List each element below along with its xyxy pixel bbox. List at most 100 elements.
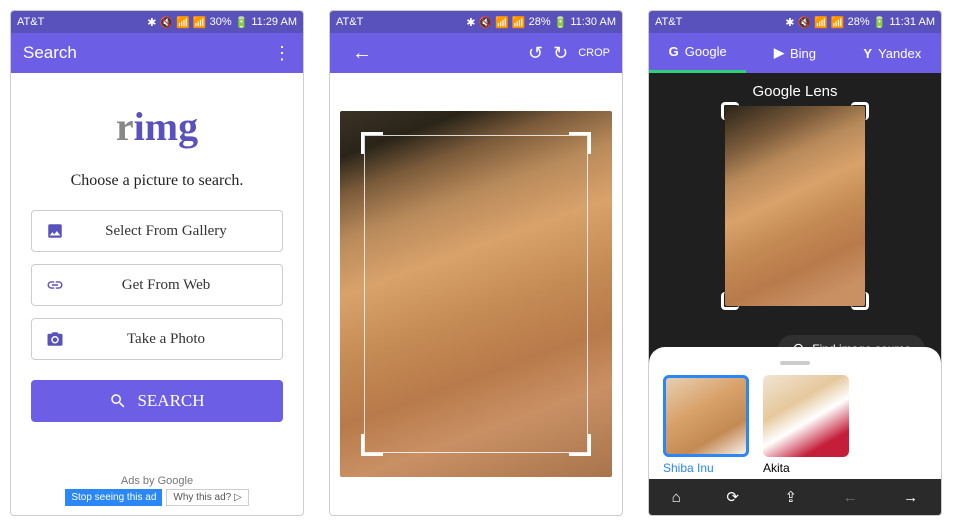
button-label: Select From Gallery — [64, 223, 268, 240]
gallery-icon — [46, 222, 64, 240]
wifi-icon: 📶 — [176, 16, 190, 29]
engine-tabs: G Google ▶ Bing Y Yandex — [649, 33, 941, 73]
rotate-ccw-icon[interactable]: ↺ — [528, 43, 543, 64]
wifi-icon: 📶 — [495, 16, 509, 29]
crop-handle-tl[interactable] — [361, 132, 383, 154]
battery-icon: 🔋 — [554, 16, 568, 29]
back-icon[interactable]: ← — [843, 489, 858, 506]
result-thumb — [763, 375, 849, 457]
crop-area[interactable] — [330, 73, 622, 515]
carrier-label: AT&T — [17, 16, 44, 28]
battery-label: 28% — [848, 16, 870, 28]
drag-handle[interactable] — [780, 361, 810, 365]
phone-panel-1: AT&T ✱ 🔇 📶 📶 30% 🔋 11:29 AM Search ⋮ r i… — [10, 10, 304, 516]
result-card[interactable]: Shiba Inu — [663, 375, 749, 475]
carrier-label: AT&T — [655, 16, 682, 28]
lens-image-frame[interactable] — [725, 106, 865, 306]
signal-icon: 📶 — [831, 16, 845, 29]
tab-label: Bing — [790, 46, 816, 61]
lens-view: Google Google LensLens Find image source… — [649, 73, 941, 479]
bluetooth-icon: ✱ — [466, 16, 475, 29]
query-image — [725, 106, 865, 306]
lens-corner-tl[interactable] — [721, 102, 739, 120]
logo-word-img: img — [134, 103, 198, 150]
share-icon[interactable]: ⇪ — [785, 488, 798, 506]
battery-label: 28% — [529, 16, 551, 28]
phone-panel-3: AT&T ✱ 🔇 📶 📶 28% 🔋 11:31 AM G Google ▶ B… — [648, 10, 942, 516]
tab-bing[interactable]: ▶ Bing — [746, 33, 843, 73]
page-title: Search — [23, 43, 77, 63]
result-thumb — [663, 375, 749, 457]
button-label: SEARCH — [137, 391, 204, 411]
reload-icon[interactable]: ⟳ — [726, 488, 739, 506]
app-logo: r img — [116, 103, 198, 150]
crop-handle-tr[interactable] — [569, 132, 591, 154]
lens-corner-tr[interactable] — [851, 102, 869, 120]
battery-label: 30% — [210, 16, 232, 28]
result-card[interactable]: Akita — [763, 375, 849, 475]
select-gallery-button[interactable]: Select From Gallery — [31, 210, 283, 252]
time-label: 11:31 AM — [889, 16, 935, 28]
source-image — [340, 111, 612, 477]
bluetooth-icon: ✱ — [147, 16, 156, 29]
battery-icon: 🔋 — [235, 16, 249, 29]
tagline-text: Choose a picture to search. — [71, 172, 244, 190]
stop-ad-button[interactable]: Stop seeing this ad — [65, 489, 162, 506]
lens-corner-br[interactable] — [851, 292, 869, 310]
ad-strip: Ads by Google Stop seeing this ad Why th… — [11, 471, 303, 515]
google-g-icon: G — [669, 44, 679, 59]
ad-label: Ads by Google — [121, 475, 193, 487]
camera-icon — [46, 330, 64, 348]
bing-icon: ▶ — [774, 45, 784, 61]
tab-yandex[interactable]: Y Yandex — [844, 33, 941, 73]
status-bar: AT&T ✱ 🔇 📶 📶 30% 🔋 11:29 AM — [11, 11, 303, 33]
tab-google[interactable]: G Google — [649, 33, 746, 73]
result-label: Shiba Inu — [663, 461, 749, 475]
signal-icon: 📶 — [193, 16, 207, 29]
signal-icon: 📶 — [512, 16, 526, 29]
crop-handle-bl[interactable] — [361, 434, 383, 456]
time-label: 11:29 AM — [251, 16, 297, 28]
search-button[interactable]: SEARCH — [31, 380, 283, 422]
results-panel[interactable]: Shiba Inu Akita — [649, 347, 941, 479]
menu-kebab-icon[interactable]: ⋮ — [273, 43, 291, 64]
wifi-icon: 📶 — [814, 16, 828, 29]
button-label: Take a Photo — [64, 331, 268, 348]
lens-corner-bl[interactable] — [721, 292, 739, 310]
phone-panel-2: AT&T ✱ 🔇 📶 📶 28% 🔋 11:30 AM ← ↺ ↻ CROP — [329, 10, 623, 516]
results-row: Shiba Inu Akita — [663, 375, 927, 475]
lens-title: Google Google LensLens — [752, 83, 837, 100]
crop-button[interactable]: CROP — [578, 47, 610, 59]
crop-frame[interactable] — [364, 135, 588, 453]
carrier-label: AT&T — [336, 16, 363, 28]
bottom-nav: ⌂ ⟳ ⇪ ← → — [649, 479, 941, 515]
status-bar: AT&T ✱ 🔇 📶 📶 28% 🔋 11:31 AM — [649, 11, 941, 33]
back-icon[interactable]: ← — [352, 42, 372, 65]
status-icons: ✱ 🔇 📶 📶 30% 🔋 11:29 AM — [147, 16, 297, 29]
crop-handle-br[interactable] — [569, 434, 591, 456]
button-label: Get From Web — [64, 277, 268, 294]
get-from-web-button[interactable]: Get From Web — [31, 264, 283, 306]
status-icons: ✱ 🔇 📶 📶 28% 🔋 11:31 AM — [785, 16, 935, 29]
why-ad-button[interactable]: Why this ad? ▷ — [166, 489, 248, 506]
search-icon — [109, 392, 127, 410]
mute-icon: 🔇 — [159, 16, 173, 29]
forward-icon[interactable]: → — [903, 489, 918, 506]
main-content: r img Choose a picture to search. Select… — [11, 73, 303, 515]
tab-label: Yandex — [878, 46, 921, 61]
app-bar: Search ⋮ — [11, 33, 303, 73]
tab-label: Google — [685, 44, 727, 59]
crop-toolbar: ← ↺ ↻ CROP — [330, 33, 622, 73]
link-icon — [46, 276, 64, 294]
status-icons: ✱ 🔇 📶 📶 28% 🔋 11:30 AM — [466, 16, 616, 29]
result-label: Akita — [763, 461, 849, 475]
bluetooth-icon: ✱ — [785, 16, 794, 29]
home-icon[interactable]: ⌂ — [672, 489, 681, 506]
status-bar: AT&T ✱ 🔇 📶 📶 28% 🔋 11:30 AM — [330, 11, 622, 33]
battery-icon: 🔋 — [873, 16, 887, 29]
mute-icon: 🔇 — [478, 16, 492, 29]
take-photo-button[interactable]: Take a Photo — [31, 318, 283, 360]
yandex-icon: Y — [863, 46, 872, 61]
logo-letter-r: r — [116, 103, 134, 150]
rotate-cw-icon[interactable]: ↻ — [553, 43, 568, 64]
